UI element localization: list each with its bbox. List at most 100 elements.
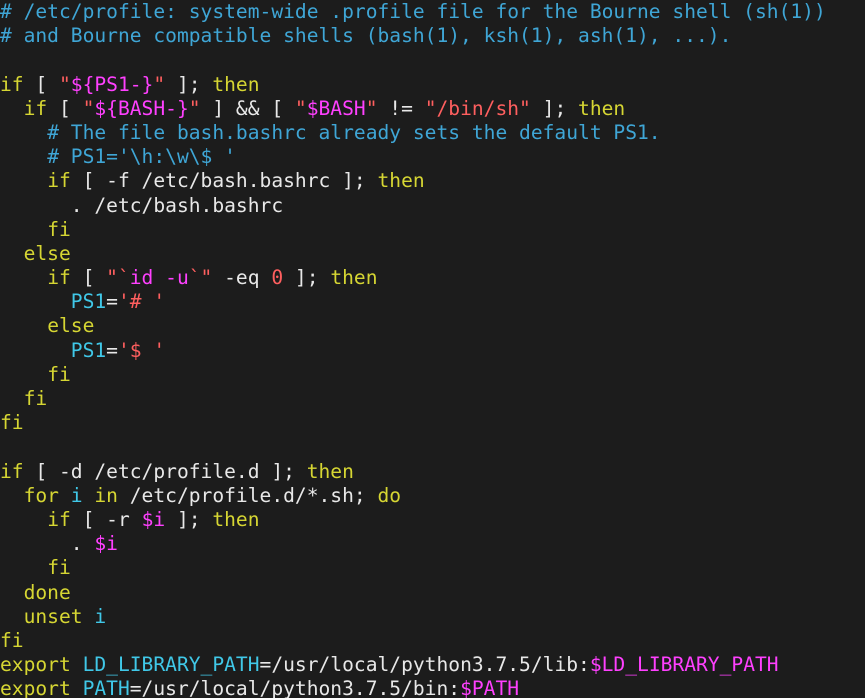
code-line: PS1='# ' — [0, 290, 826, 314]
code-token-string: " — [82, 96, 95, 120]
code-token-plain: /etc/profile.d/*.sh; — [117, 483, 378, 507]
code-line: fi — [0, 387, 826, 411]
code-token-plain: ] && [ — [200, 96, 295, 120]
code-token-ident: LD_LIBRARY_PATH — [82, 653, 260, 677]
code-line: fi — [0, 629, 826, 653]
code-token-plain: ]; — [165, 507, 213, 531]
code-token-plain: = — [106, 338, 118, 362]
code-token-plain: -eq — [212, 266, 272, 290]
code-line: done — [0, 581, 826, 605]
code-token-keyword: if — [47, 507, 71, 531]
code-token-string: " — [58, 72, 71, 96]
code-token-keyword: export — [0, 653, 71, 677]
code-token-keyword: fi — [0, 411, 24, 435]
code-buffer[interactable]: # /etc/profile: system-wide .profile fil… — [0, 0, 826, 698]
code-token-plain: [ — [70, 266, 107, 290]
code-line: PS1='$ ' — [0, 339, 826, 363]
code-token-string: " — [365, 96, 378, 120]
code-token-keyword: done — [23, 580, 71, 604]
code-line: fi — [0, 556, 826, 580]
code-token-plain: != — [377, 96, 425, 120]
code-line: if [ -f /etc/bash.bashrc ]; then — [0, 169, 826, 193]
terminal-window[interactable]: # /etc/profile: system-wide .profile fil… — [0, 0, 865, 698]
code-line: unset i — [0, 605, 826, 629]
code-token-keyword: then — [377, 169, 425, 193]
code-line: . $i — [0, 532, 826, 556]
code-token-keyword: then — [330, 266, 378, 290]
code-token-keyword: fi — [47, 556, 71, 580]
code-line: export PATH=/usr/local/python3.7.5/bin:$… — [0, 677, 826, 698]
code-token-plain: ]; — [165, 72, 213, 96]
code-token-plain: =/usr/local/python3.7.5/lib: — [259, 653, 590, 677]
code-token-keyword: fi — [47, 362, 71, 386]
code-token-string: " — [294, 96, 307, 120]
code-line: # PS1='\h:\w\$ ' — [0, 145, 826, 169]
code-token-comment: # and Bourne compatible shells (bash(1),… — [0, 24, 732, 48]
code-line: else — [0, 314, 826, 338]
code-line: fi — [0, 218, 826, 242]
code-line: . /etc/bash.bashrc — [0, 194, 826, 218]
code-token-keyword: if — [47, 169, 71, 193]
code-token-plain: [ -r — [70, 507, 142, 531]
code-token-variable: $BASH — [306, 96, 366, 120]
code-token-keyword: else — [47, 314, 95, 338]
code-token-keyword: fi — [0, 628, 24, 652]
code-token-string: "/bin/sh" — [424, 96, 531, 120]
code-token-string: " — [188, 96, 201, 120]
code-token-ident: PS1 — [70, 338, 107, 362]
code-token-string: "` — [106, 266, 130, 290]
code-line: if [ "${BASH-}" ] && [ "$BASH" != "/bin/… — [0, 97, 826, 121]
code-line: if [ "`id -u`" -eq 0 ]; then — [0, 266, 826, 290]
code-line: # and Bourne compatible shells (bash(1),… — [0, 24, 826, 48]
code-token-plain: ]; — [283, 266, 331, 290]
code-line: if [ -d /etc/profile.d ]; then — [0, 460, 826, 484]
code-token-comment: # PS1='\h:\w\$ ' — [47, 145, 236, 169]
code-token-keyword: then — [578, 96, 626, 120]
code-token-string: '$ ' — [117, 338, 166, 362]
code-line: else — [0, 242, 826, 266]
code-token-plain: = — [106, 290, 118, 314]
code-token-string: `" — [188, 266, 213, 290]
code-token-keyword: then — [212, 507, 260, 531]
code-token-plain: ]; — [530, 96, 579, 120]
code-token-keyword: fi — [23, 387, 48, 410]
code-token-keyword: if — [47, 266, 71, 290]
code-token-plain: . /etc/bash.bashrc — [0, 193, 284, 217]
code-token-keyword: then — [306, 459, 354, 483]
code-token-plain: . — [0, 532, 95, 556]
code-token-keyword: if — [0, 72, 24, 96]
code-token-plain: [ -d /etc/profile.d ]; — [23, 459, 307, 483]
code-token-keyword: unset — [23, 604, 83, 628]
code-token-keyword: in — [94, 483, 118, 507]
code-token-keyword: if — [23, 96, 48, 120]
code-token-keyword: fi — [47, 217, 71, 241]
code-line: fi — [0, 363, 826, 387]
code-token-ident: i — [70, 483, 83, 507]
code-token-ident: i — [94, 604, 107, 628]
code-token-keyword: for — [23, 483, 59, 507]
code-line: fi — [0, 411, 826, 435]
code-token-variable: $i — [141, 507, 166, 531]
code-line: if [ "${PS1-}" ]; then — [0, 73, 826, 97]
code-token-string: " — [153, 72, 166, 96]
